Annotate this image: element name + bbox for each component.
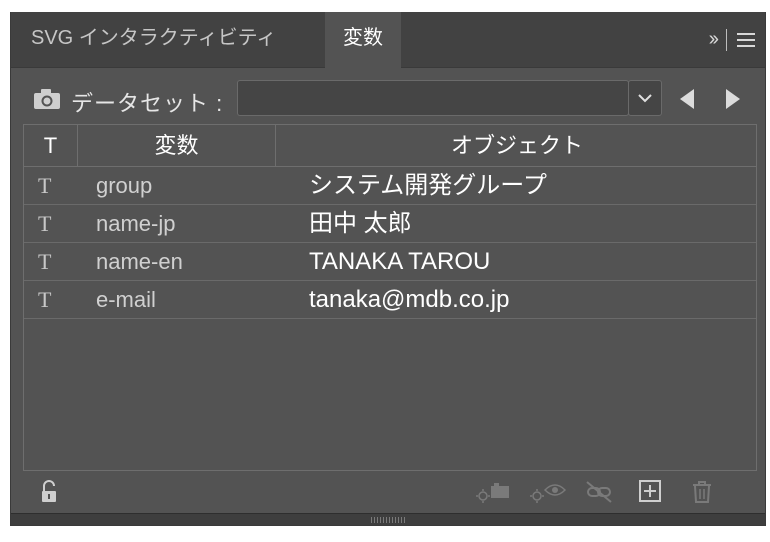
variable-name: name-en	[96, 249, 183, 274]
tab-svg-interactivity[interactable]: SVG インタラクティビティ	[19, 12, 288, 67]
table-header: T 変数 オブジェクト	[24, 125, 756, 167]
column-header-variable[interactable]: 変数	[78, 125, 276, 166]
camera-icon[interactable]	[33, 88, 61, 110]
variable-name: name-jp	[96, 211, 176, 236]
dropdown-chevron-icon	[638, 93, 652, 102]
dataset-row: データセット :	[31, 80, 751, 118]
bind-visibility-icon	[530, 484, 567, 503]
object-value: TANAKA TAROU	[309, 248, 491, 275]
column-header-object[interactable]: オブジェクト	[276, 125, 758, 166]
column-header-type[interactable]: T	[24, 125, 78, 166]
variable-name: group	[96, 173, 153, 198]
resize-grip[interactable]	[11, 513, 765, 525]
text-type-icon: T	[38, 211, 52, 236]
table-row[interactable]: T name-jp 田中 太郎	[24, 205, 756, 243]
trash-icon	[693, 481, 711, 503]
panel-bottom-bar	[11, 476, 765, 512]
text-type-icon: T	[38, 249, 52, 274]
object-value: tanaka@mdb.co.jp	[309, 286, 510, 313]
table-row[interactable]: T group システム開発グループ	[24, 167, 756, 205]
object-value: 田中 太郎	[309, 210, 412, 237]
unbind-icon	[586, 481, 612, 503]
dataset-select[interactable]	[237, 80, 629, 116]
divider	[726, 28, 727, 51]
grip-lines	[371, 517, 407, 523]
double-chevron-icon[interactable]: ››	[709, 28, 719, 51]
previous-arrow-icon[interactable]	[679, 88, 695, 110]
text-type-icon: T	[38, 287, 52, 312]
dataset-label: データセット :	[71, 91, 224, 116]
bind-object-icon	[476, 483, 509, 503]
panel-controls: ››	[709, 12, 755, 67]
variables-panel: SVG インタラクティビティ 変数 ›› データセット : T 変数 オブジェク…	[10, 12, 766, 526]
variables-table: T 変数 オブジェクト T group システム開発グループ T name-jp…	[23, 124, 757, 471]
variable-name: e-mail	[96, 287, 156, 312]
object-value: システム開発グループ	[309, 172, 547, 199]
panel-tab-bar: SVG インタラクティビティ 変数 ››	[11, 12, 765, 68]
text-type-icon: T	[38, 173, 52, 198]
next-arrow-icon[interactable]	[725, 88, 741, 110]
panel-menu-icon[interactable]	[737, 32, 755, 47]
table-row[interactable]: T e-mail tanaka@mdb.co.jp	[24, 281, 756, 319]
new-variable-icon[interactable]	[639, 480, 661, 502]
table-row[interactable]: T name-en TANAKA TAROU	[24, 243, 756, 281]
unlock-icon[interactable]	[39, 480, 59, 504]
tab-variables[interactable]: 変数	[325, 12, 401, 68]
dataset-dropdown-button[interactable]	[628, 80, 662, 116]
